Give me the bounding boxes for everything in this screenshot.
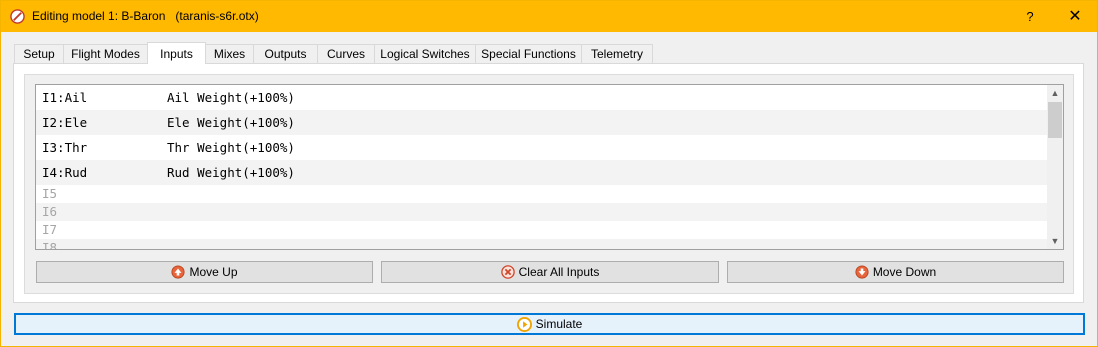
inputs-list[interactable]: I1:Ail Ail Weight(+100%) I2:Ele Ele Weig… — [35, 84, 1064, 250]
list-item[interactable]: I2:Ele Ele Weight(+100%) — [36, 110, 1047, 135]
list-item[interactable]: I1:Ail Ail Weight(+100%) — [36, 85, 1047, 110]
tab-special-functions[interactable]: Special Functions — [475, 44, 582, 63]
input-description: Ele Weight(+100%) — [167, 115, 295, 130]
play-circle-icon — [516, 316, 532, 332]
list-item[interactable]: I3:Thr Thr Weight(+100%) — [36, 135, 1047, 160]
tab-inputs[interactable]: Inputs — [147, 42, 206, 64]
vertical-scrollbar[interactable]: ▲ ▼ — [1047, 85, 1063, 249]
tab-flight-modes[interactable]: Flight Modes — [63, 44, 148, 63]
list-item[interactable]: I5 — [36, 185, 1047, 203]
simulate-label: Simulate — [535, 317, 583, 331]
tab-outputs[interactable]: Outputs — [253, 44, 318, 63]
clear-all-inputs-button[interactable]: Clear All Inputs — [381, 261, 719, 283]
move-up-label: Move Up — [189, 265, 238, 279]
close-button[interactable]: ✕ — [1053, 1, 1097, 32]
model-editor-window: Editing model 1: B-Baron (taranis-s6r.ot… — [0, 0, 1098, 347]
clear-all-inputs-label: Clear All Inputs — [518, 265, 600, 279]
input-description: Ail Weight(+100%) — [167, 90, 295, 105]
scroll-up-icon[interactable]: ▲ — [1047, 85, 1063, 101]
move-down-label: Move Down — [872, 265, 937, 279]
list-item[interactable]: I4:Rud Rud Weight(+100%) — [36, 160, 1047, 185]
input-description: Thr Weight(+100%) — [167, 140, 295, 155]
simulate-button[interactable]: Simulate — [14, 313, 1085, 335]
list-item[interactable]: I7 — [36, 221, 1047, 239]
scroll-down-icon[interactable]: ▼ — [1047, 233, 1063, 249]
input-name: I8 — [42, 240, 58, 250]
inputs-group: I1:Ail Ail Weight(+100%) I2:Ele Ele Weig… — [24, 74, 1074, 294]
move-up-button[interactable]: Move Up — [36, 261, 373, 283]
input-name: I3:Thr — [42, 140, 88, 155]
input-name: I5 — [42, 186, 58, 201]
input-name: I1:Ail — [42, 90, 88, 105]
list-item[interactable]: I8 — [36, 239, 1047, 250]
tab-mixes[interactable]: Mixes — [205, 44, 254, 63]
input-name: I2:Ele — [42, 115, 88, 130]
tab-setup[interactable]: Setup — [14, 44, 64, 63]
scroll-thumb[interactable] — [1048, 102, 1062, 138]
inputs-tab-panel: I1:Ail Ail Weight(+100%) I2:Ele Ele Weig… — [13, 63, 1084, 303]
tab-curves[interactable]: Curves — [317, 44, 375, 63]
arrow-up-circle-icon — [171, 265, 186, 279]
list-item[interactable]: I6 — [36, 203, 1047, 221]
tab-telemetry[interactable]: Telemetry — [581, 44, 653, 63]
app-logo-icon — [10, 9, 25, 24]
arrow-down-circle-icon — [855, 265, 869, 279]
input-name: I7 — [42, 222, 58, 237]
tab-logical-switches[interactable]: Logical Switches — [374, 44, 476, 63]
help-button[interactable]: ? — [1012, 1, 1048, 32]
input-description: Rud Weight(+100%) — [167, 165, 295, 180]
title-bar: Editing model 1: B-Baron (taranis-s6r.ot… — [1, 1, 1097, 32]
input-name: I6 — [42, 204, 58, 219]
clear-x-circle-icon — [500, 265, 515, 279]
move-down-button[interactable]: Move Down — [727, 261, 1064, 283]
window-title: Editing model 1: B-Baron (taranis-s6r.ot… — [32, 9, 259, 23]
input-name: I4:Rud — [42, 165, 88, 180]
